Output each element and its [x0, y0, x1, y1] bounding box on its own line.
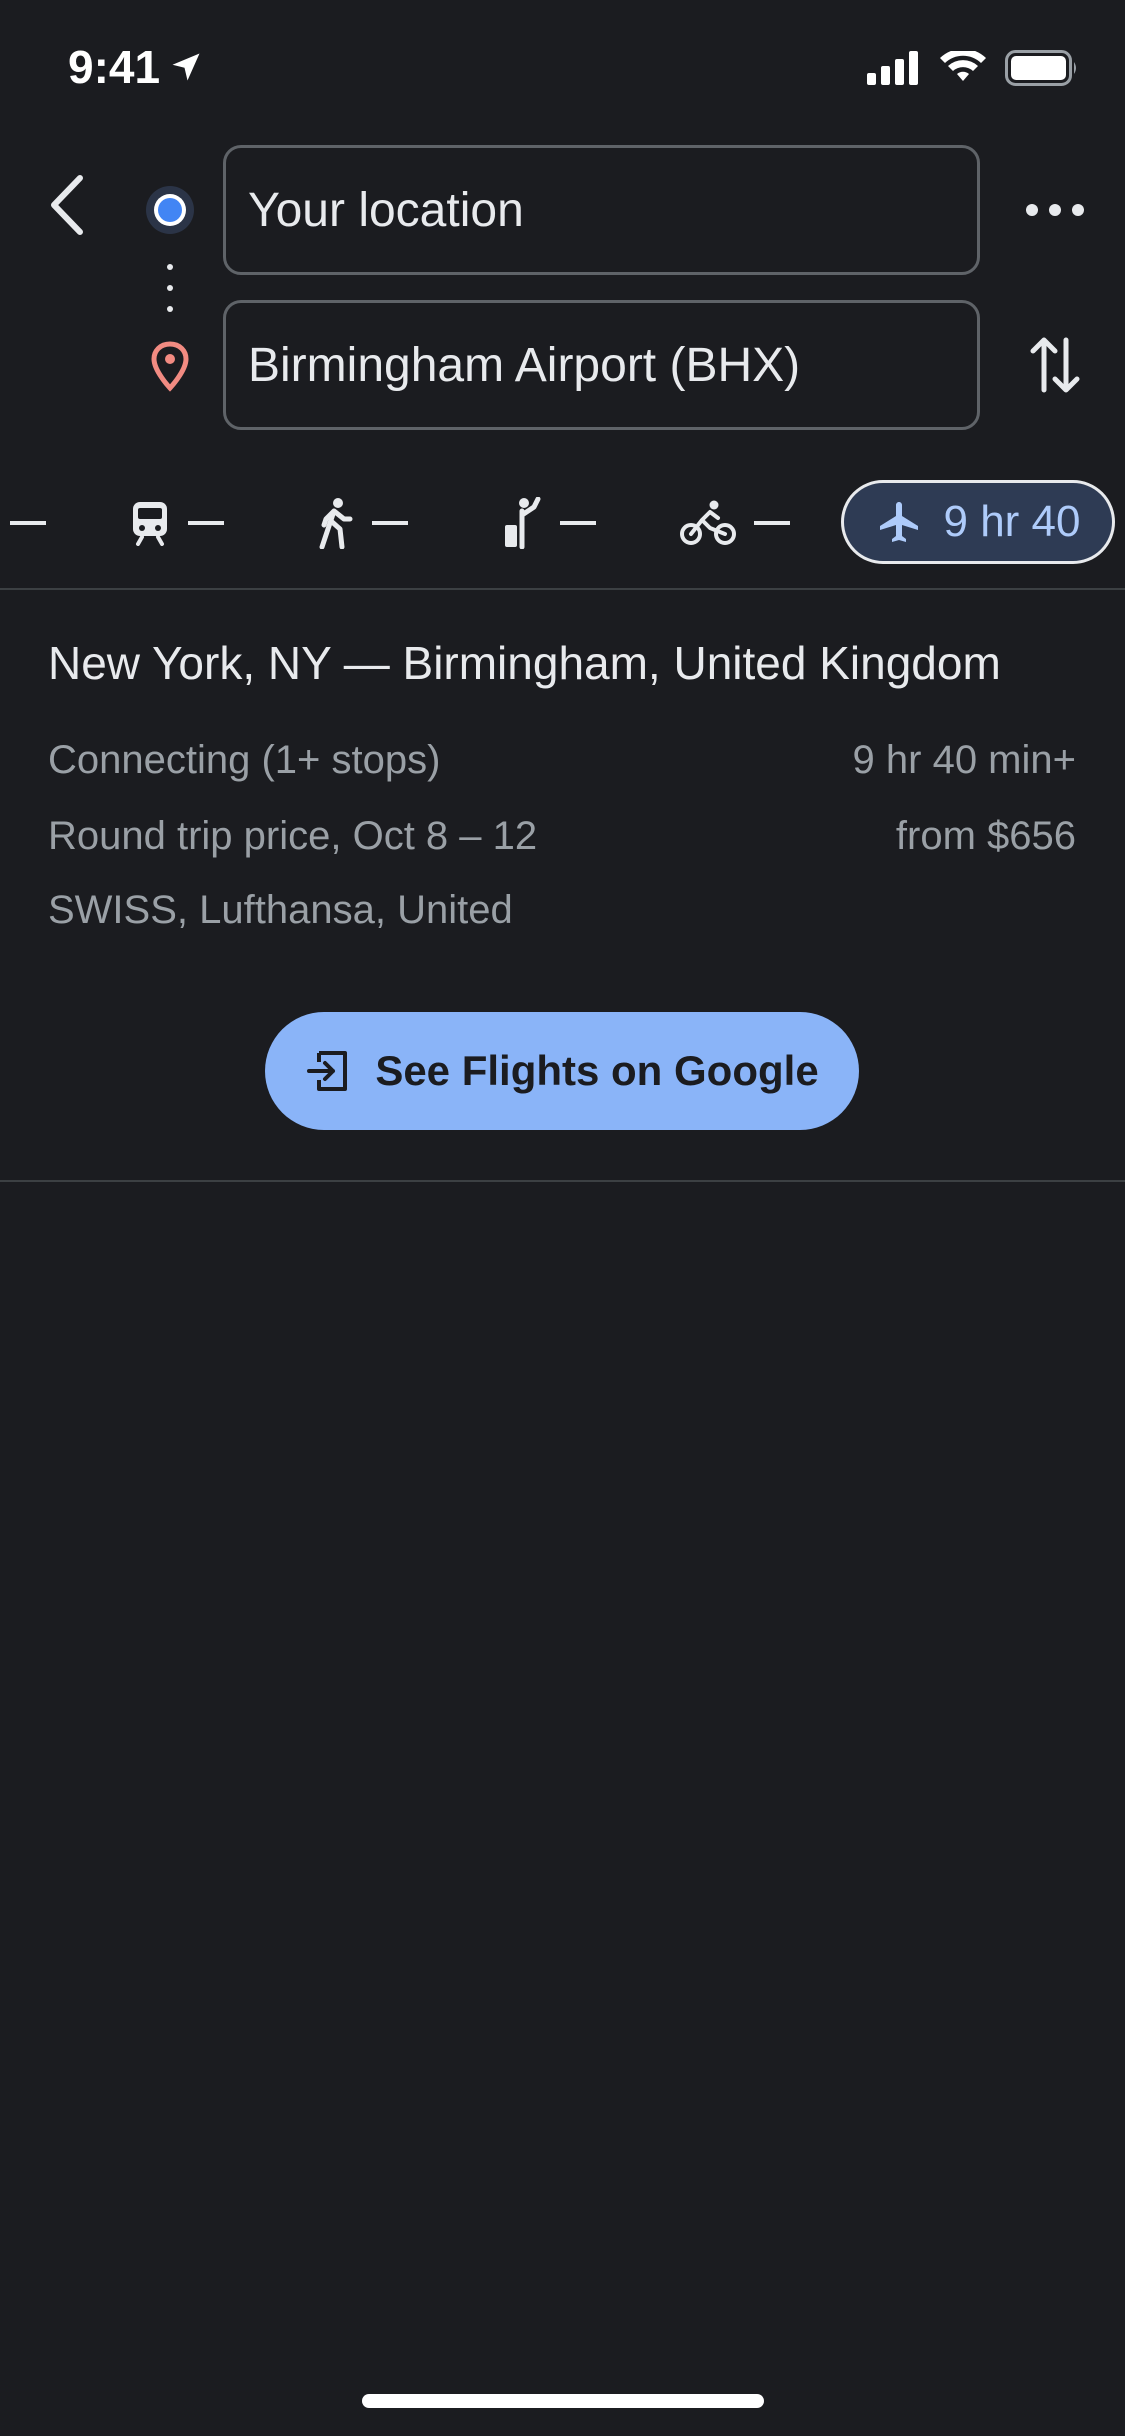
status-time-text: 9:41: [68, 41, 161, 93]
airplane-icon: [879, 502, 918, 542]
mode-ride-hail-value: [560, 521, 596, 525]
status-icons: [867, 50, 1079, 86]
status-time: 9:41: [68, 40, 204, 94]
flight-connection-row: Connecting (1+ stops) 9 hr 40 min+: [48, 738, 1076, 783]
battery-icon: [1005, 50, 1076, 86]
destination-field[interactable]: Birmingham Airport (BHX): [223, 300, 980, 430]
more-dot-icon: [1026, 204, 1038, 216]
open-external-icon: [307, 1051, 348, 1091]
route-connector-icon: [166, 264, 174, 312]
price-label-text: Round trip price, Oct 8 – 12: [48, 814, 538, 858]
chevron-left-icon: [51, 175, 83, 235]
more-dot-icon: [1049, 204, 1061, 216]
mode-walk[interactable]: [316, 478, 408, 568]
origin-field[interactable]: Your location: [223, 145, 980, 275]
flight-price-row: Round trip price, Oct 8 – 12 from $656: [48, 814, 1076, 859]
see-flights-button[interactable]: See Flights on Google: [265, 1012, 859, 1130]
divider: [0, 588, 1125, 590]
mode-transit-value: [188, 521, 224, 525]
route-title: New York, NY — Birmingham, United Kingdo…: [48, 637, 1001, 689]
mode-drive[interactable]: [10, 478, 46, 568]
travel-mode-tabs: 9 hr 40: [0, 478, 1125, 568]
destination-pin-icon: [151, 341, 189, 392]
mode-transit[interactable]: [130, 478, 224, 568]
divider: [0, 1180, 1125, 1182]
mode-bike-value: [754, 521, 790, 525]
destination-field-text: Birmingham Airport (BHX): [248, 338, 801, 392]
more-options-button[interactable]: [1020, 190, 1090, 230]
wifi-icon: [940, 51, 986, 81]
price-text: from $656: [895, 814, 1076, 858]
train-icon: [133, 502, 167, 546]
cellular-signal-icon: [867, 51, 918, 85]
mode-drive-value: [10, 521, 46, 525]
connection-text: Connecting (1+ stops): [48, 738, 441, 782]
bike-icon: [680, 500, 736, 545]
see-flights-label: See Flights on Google: [375, 1047, 819, 1094]
airlines-text: SWISS, Lufthansa, United: [48, 888, 513, 932]
mode-walk-value: [372, 521, 408, 525]
origin-dot-icon: [146, 186, 194, 234]
origin-field-text: Your location: [248, 183, 524, 237]
airlines-row: SWISS, Lufthansa, United: [48, 888, 1076, 933]
home-indicator[interactable]: [362, 2394, 764, 2408]
screen: 9:41 Your location Birmingham Airport (B…: [0, 0, 1125, 2436]
location-arrow-icon: [172, 53, 200, 81]
mode-bike[interactable]: [680, 478, 790, 568]
more-dot-icon: [1072, 204, 1084, 216]
mode-flight[interactable]: 9 hr 40: [841, 480, 1115, 564]
walk-icon: [319, 498, 353, 549]
mode-ride-hail[interactable]: [502, 478, 596, 568]
ride-hail-icon: [505, 497, 541, 549]
duration-text: 9 hr 40 min+: [852, 738, 1076, 782]
swap-directions-icon[interactable]: [1030, 332, 1080, 398]
mode-flight-value: 9 hr 40: [943, 497, 1081, 546]
back-button[interactable]: [40, 170, 92, 240]
